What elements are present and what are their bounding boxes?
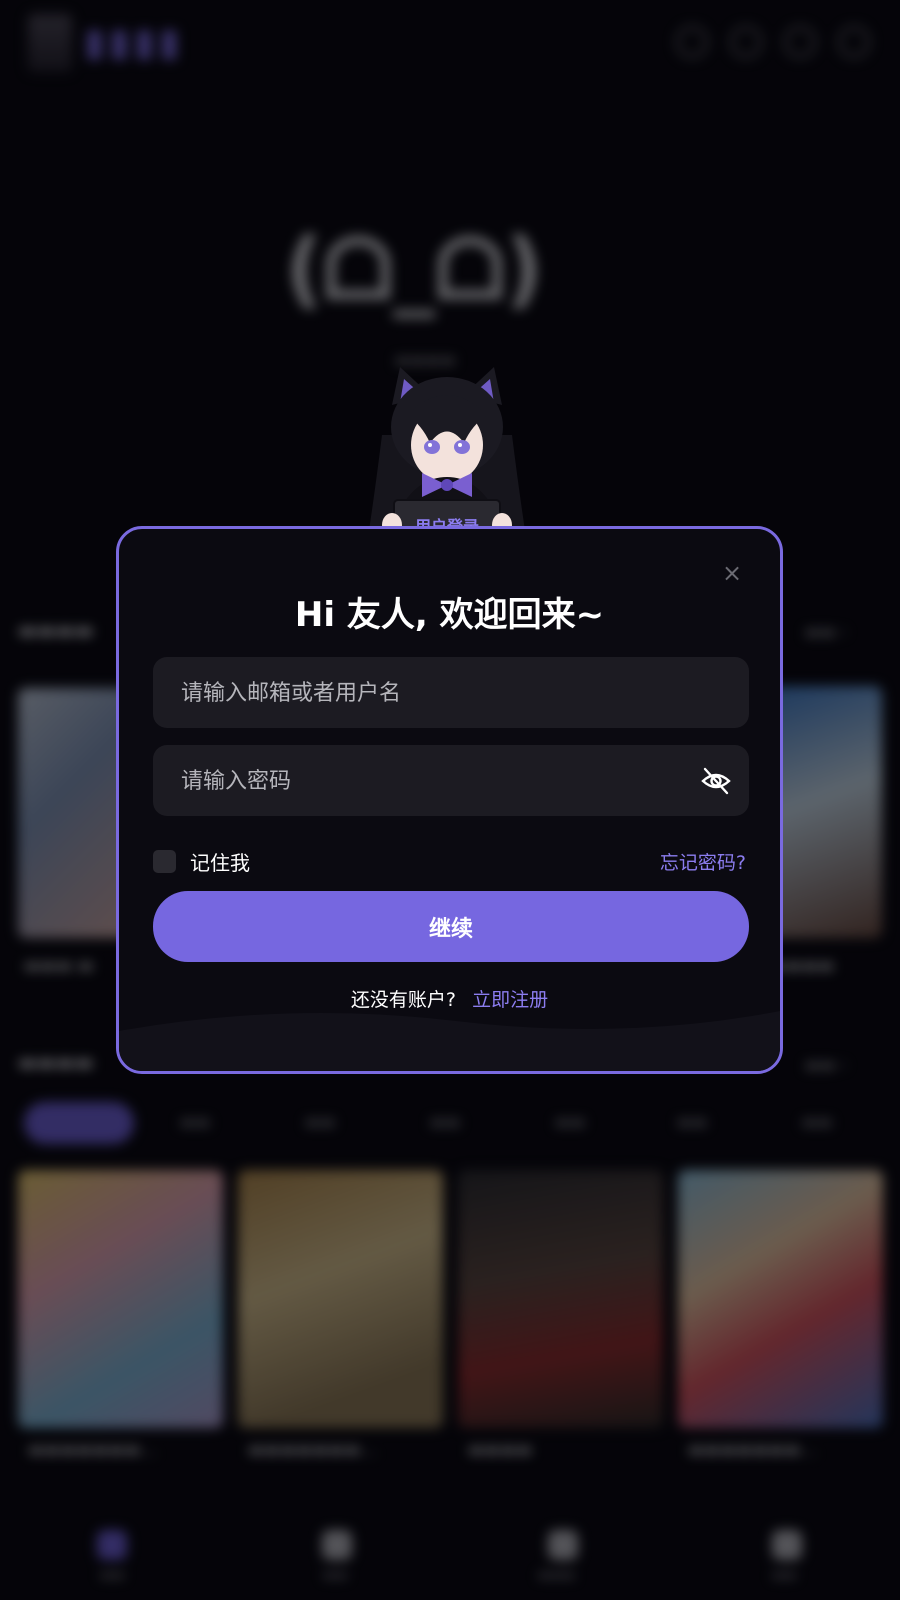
remember-checkbox[interactable] <box>153 850 176 873</box>
remember-label: 记住我 <box>190 851 250 875</box>
login-modal: × Hi 友人, 欢迎回来~ 记住我 忘记密码? 继续 还没有账户? 立即注册 <box>116 526 783 1074</box>
username-input[interactable] <box>179 657 683 730</box>
password-input[interactable] <box>179 745 683 818</box>
signup-link[interactable]: 立即注册 <box>472 989 548 1011</box>
username-field[interactable] <box>153 657 749 730</box>
forgot-password-link[interactable]: 忘记密码? <box>660 848 746 875</box>
signup-row: 还没有账户? 立即注册 <box>119 985 780 1012</box>
continue-button[interactable]: 继续 <box>153 891 749 962</box>
modal-title: Hi 友人, 欢迎回来~ <box>294 595 605 635</box>
signup-prompt: 还没有账户? <box>350 989 457 1011</box>
remember-me[interactable]: 记住我 <box>153 847 250 876</box>
password-field[interactable] <box>153 745 749 818</box>
close-button[interactable]: × <box>722 559 742 587</box>
eye-off-icon[interactable] <box>701 766 731 796</box>
